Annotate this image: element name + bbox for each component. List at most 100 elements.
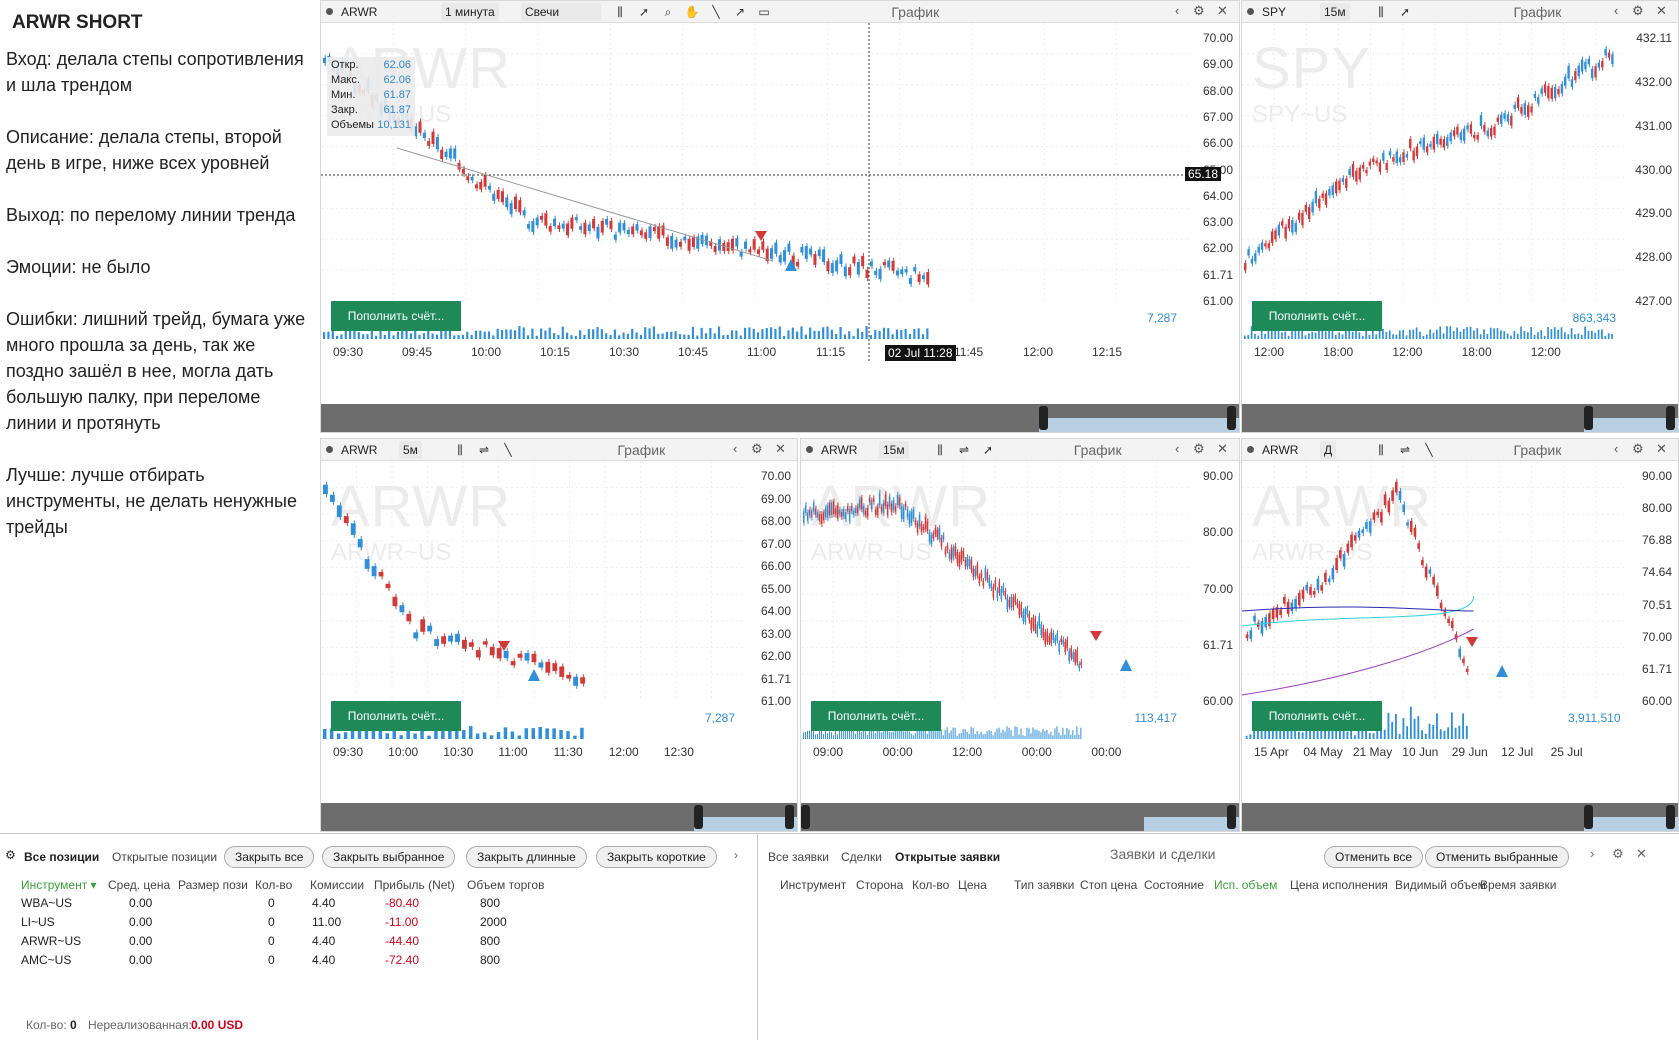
rect-tool-icon[interactable]: ▭ bbox=[755, 3, 773, 21]
position-cell[interactable]: LI~US bbox=[21, 915, 55, 929]
tab-all-positions[interactable]: Все позиции bbox=[24, 850, 99, 864]
gear-icon[interactable]: ⚙ bbox=[1632, 3, 1644, 19]
close-icon[interactable]: ✕ bbox=[1217, 3, 1228, 19]
fund-account-button[interactable]: Пополнить счёт... bbox=[1252, 701, 1382, 731]
gear-icon[interactable]: ⚙ bbox=[1632, 441, 1644, 457]
navigator-left-handle[interactable] bbox=[1583, 406, 1593, 430]
navigator-right-handle[interactable] bbox=[1666, 406, 1675, 430]
chart-navigator[interactable] bbox=[1242, 404, 1678, 432]
compare-icon[interactable]: ⇌ bbox=[955, 441, 973, 459]
navigator-right-handle[interactable] bbox=[1227, 406, 1236, 430]
line-tool-icon[interactable]: ╲ bbox=[499, 441, 517, 459]
close-icon[interactable]: ✕ bbox=[1217, 441, 1228, 457]
cursor-icon[interactable]: ➚ bbox=[635, 3, 653, 21]
order-col-header[interactable]: Стоп цена bbox=[1080, 878, 1137, 892]
arrow-tool-icon[interactable]: ↗ bbox=[731, 3, 749, 21]
candles-icon[interactable]: ⫼ bbox=[611, 3, 629, 21]
fund-account-button[interactable]: Пополнить счёт... bbox=[331, 301, 461, 331]
navigator-left-handle[interactable] bbox=[693, 805, 703, 829]
chart-plot-area[interactable]: ARWR ARWR~US 90.00 80.00 76.88 74.64 70.51 70.0… bbox=[1242, 461, 1678, 761]
position-cell[interactable]: ARWR~US bbox=[21, 934, 81, 948]
chart-plot-area[interactable]: ARWRARWR~US70.0069.0068.0067.0066.0065.0… bbox=[321, 23, 1239, 361]
navigator-left-handle[interactable] bbox=[801, 805, 810, 829]
compare-icon[interactable]: ⇌ bbox=[475, 441, 493, 459]
chart-type-select[interactable]: Свечи bbox=[521, 3, 601, 21]
chart-navigator[interactable] bbox=[801, 803, 1239, 831]
position-cell[interactable]: AMC~US bbox=[21, 953, 71, 967]
chevron-left-icon[interactable]: ‹ bbox=[1614, 441, 1618, 456]
chevron-left-icon[interactable]: ‹ bbox=[1175, 441, 1179, 456]
timeframe-select[interactable]: 15м bbox=[879, 441, 909, 459]
col-volume[interactable]: Объем торгов bbox=[467, 878, 544, 892]
symbol-field[interactable]: ARWR bbox=[341, 442, 377, 458]
timeframe-select[interactable]: Д bbox=[1320, 441, 1337, 459]
col-position-size[interactable]: Размер пози bbox=[178, 878, 248, 892]
timeframe-select[interactable]: 15м bbox=[1320, 3, 1350, 21]
order-col-header[interactable]: Инструмент bbox=[780, 878, 846, 892]
close-icon[interactable]: ✕ bbox=[1656, 3, 1667, 19]
close-all-button[interactable]: Закрыть все bbox=[224, 846, 315, 868]
close-long-button[interactable]: Закрыть длинные bbox=[466, 846, 587, 868]
gear-icon[interactable]: ⚙ bbox=[751, 441, 763, 457]
chart-navigator[interactable] bbox=[321, 803, 797, 831]
symbol-field[interactable]: ARWR bbox=[341, 4, 377, 20]
order-col-header[interactable]: Цена bbox=[958, 878, 987, 892]
close-icon[interactable]: ✕ bbox=[1656, 441, 1667, 457]
col-commission[interactable]: Комиссии bbox=[310, 878, 364, 892]
order-col-header[interactable]: Сторона bbox=[856, 878, 903, 892]
cursor-icon[interactable]: ➚ bbox=[1396, 3, 1414, 21]
tab-open-positions[interactable]: Открытые позиции bbox=[112, 850, 217, 864]
compare-icon[interactable]: ⇌ bbox=[1396, 441, 1414, 459]
gear-icon[interactable]: ⚙ bbox=[1193, 441, 1205, 457]
col-avg-price[interactable]: Сред. цена bbox=[108, 878, 170, 892]
orders-more-icon[interactable]: › bbox=[1590, 846, 1594, 861]
navigator-right-handle[interactable] bbox=[1227, 805, 1236, 829]
order-col-header[interactable]: Тип заявки bbox=[1014, 878, 1074, 892]
navigator-right-handle[interactable] bbox=[1666, 805, 1675, 829]
candles-icon[interactable]: ⫼ bbox=[1372, 441, 1390, 459]
navigator-right-handle[interactable] bbox=[785, 805, 794, 829]
close-short-button[interactable]: Закрыть короткие bbox=[596, 846, 717, 868]
symbol-field[interactable]: SPY bbox=[1262, 4, 1286, 20]
chart-navigator[interactable] bbox=[321, 404, 1239, 432]
position-cell[interactable]: WBA~US bbox=[21, 896, 72, 910]
zoom-icon[interactable]: ⌕ bbox=[659, 3, 677, 21]
col-qty[interactable]: Кол-во bbox=[255, 878, 292, 892]
symbol-field[interactable]: ARWR bbox=[1262, 442, 1298, 458]
tab-all-orders[interactable]: Все заявки bbox=[768, 850, 829, 864]
hand-icon[interactable]: ✋ bbox=[683, 3, 701, 21]
tab-deals[interactable]: Сделки bbox=[841, 850, 882, 864]
order-col-header[interactable]: Исп. объем bbox=[1214, 878, 1277, 892]
cancel-all-button[interactable]: Отменить все bbox=[1324, 846, 1424, 868]
positions-settings-icon[interactable]: ⚙ bbox=[5, 848, 16, 862]
chevron-left-icon[interactable]: ‹ bbox=[733, 441, 737, 456]
line-tool-icon[interactable]: ╲ bbox=[707, 3, 725, 21]
col-profit[interactable]: Прибыль (Net) bbox=[374, 878, 455, 892]
order-col-header[interactable]: Цена исполнения bbox=[1290, 878, 1388, 892]
fund-account-button[interactable]: Пополнить счёт... bbox=[811, 701, 941, 731]
fund-account-button[interactable]: Пополнить счёт... bbox=[331, 701, 461, 731]
symbol-field[interactable]: ARWR bbox=[821, 442, 857, 458]
col-instrument[interactable]: Инструмент ▾ bbox=[21, 878, 97, 892]
close-selected-button[interactable]: Закрыть выбранное bbox=[322, 846, 456, 868]
navigator-left-handle[interactable] bbox=[1038, 406, 1048, 430]
candles-icon[interactable]: ⫼ bbox=[1372, 3, 1390, 21]
chevron-left-icon[interactable]: ‹ bbox=[1614, 3, 1618, 18]
navigator-left-handle[interactable] bbox=[1583, 805, 1593, 829]
line-tool-icon[interactable]: ╲ bbox=[1420, 441, 1438, 459]
candles-icon[interactable]: ⫼ bbox=[451, 441, 469, 459]
order-col-header[interactable]: Время заявки bbox=[1480, 878, 1556, 892]
order-col-header[interactable]: Видимый объем bbox=[1395, 878, 1486, 892]
orders-settings-icon[interactable]: ⚙ bbox=[1612, 846, 1624, 862]
tab-open-orders[interactable]: Открытые заявки bbox=[895, 850, 1000, 864]
trend-line[interactable] bbox=[396, 147, 774, 262]
cursor-icon[interactable]: ➚ bbox=[979, 441, 997, 459]
close-icon[interactable]: ✕ bbox=[775, 441, 786, 457]
cancel-selected-button[interactable]: Отменить выбранные bbox=[1425, 846, 1569, 868]
chart-plot-area[interactable]: ARWRARWR~US90.0080.0070.0061.7160.0009:0… bbox=[801, 461, 1239, 761]
order-col-header[interactable]: Кол-во bbox=[912, 878, 949, 892]
chevron-left-icon[interactable]: ‹ bbox=[1175, 3, 1179, 18]
fund-account-button[interactable]: Пополнить счёт... bbox=[1252, 301, 1382, 331]
gear-icon[interactable]: ⚙ bbox=[1193, 3, 1205, 19]
order-col-header[interactable]: Состояние bbox=[1144, 878, 1204, 892]
